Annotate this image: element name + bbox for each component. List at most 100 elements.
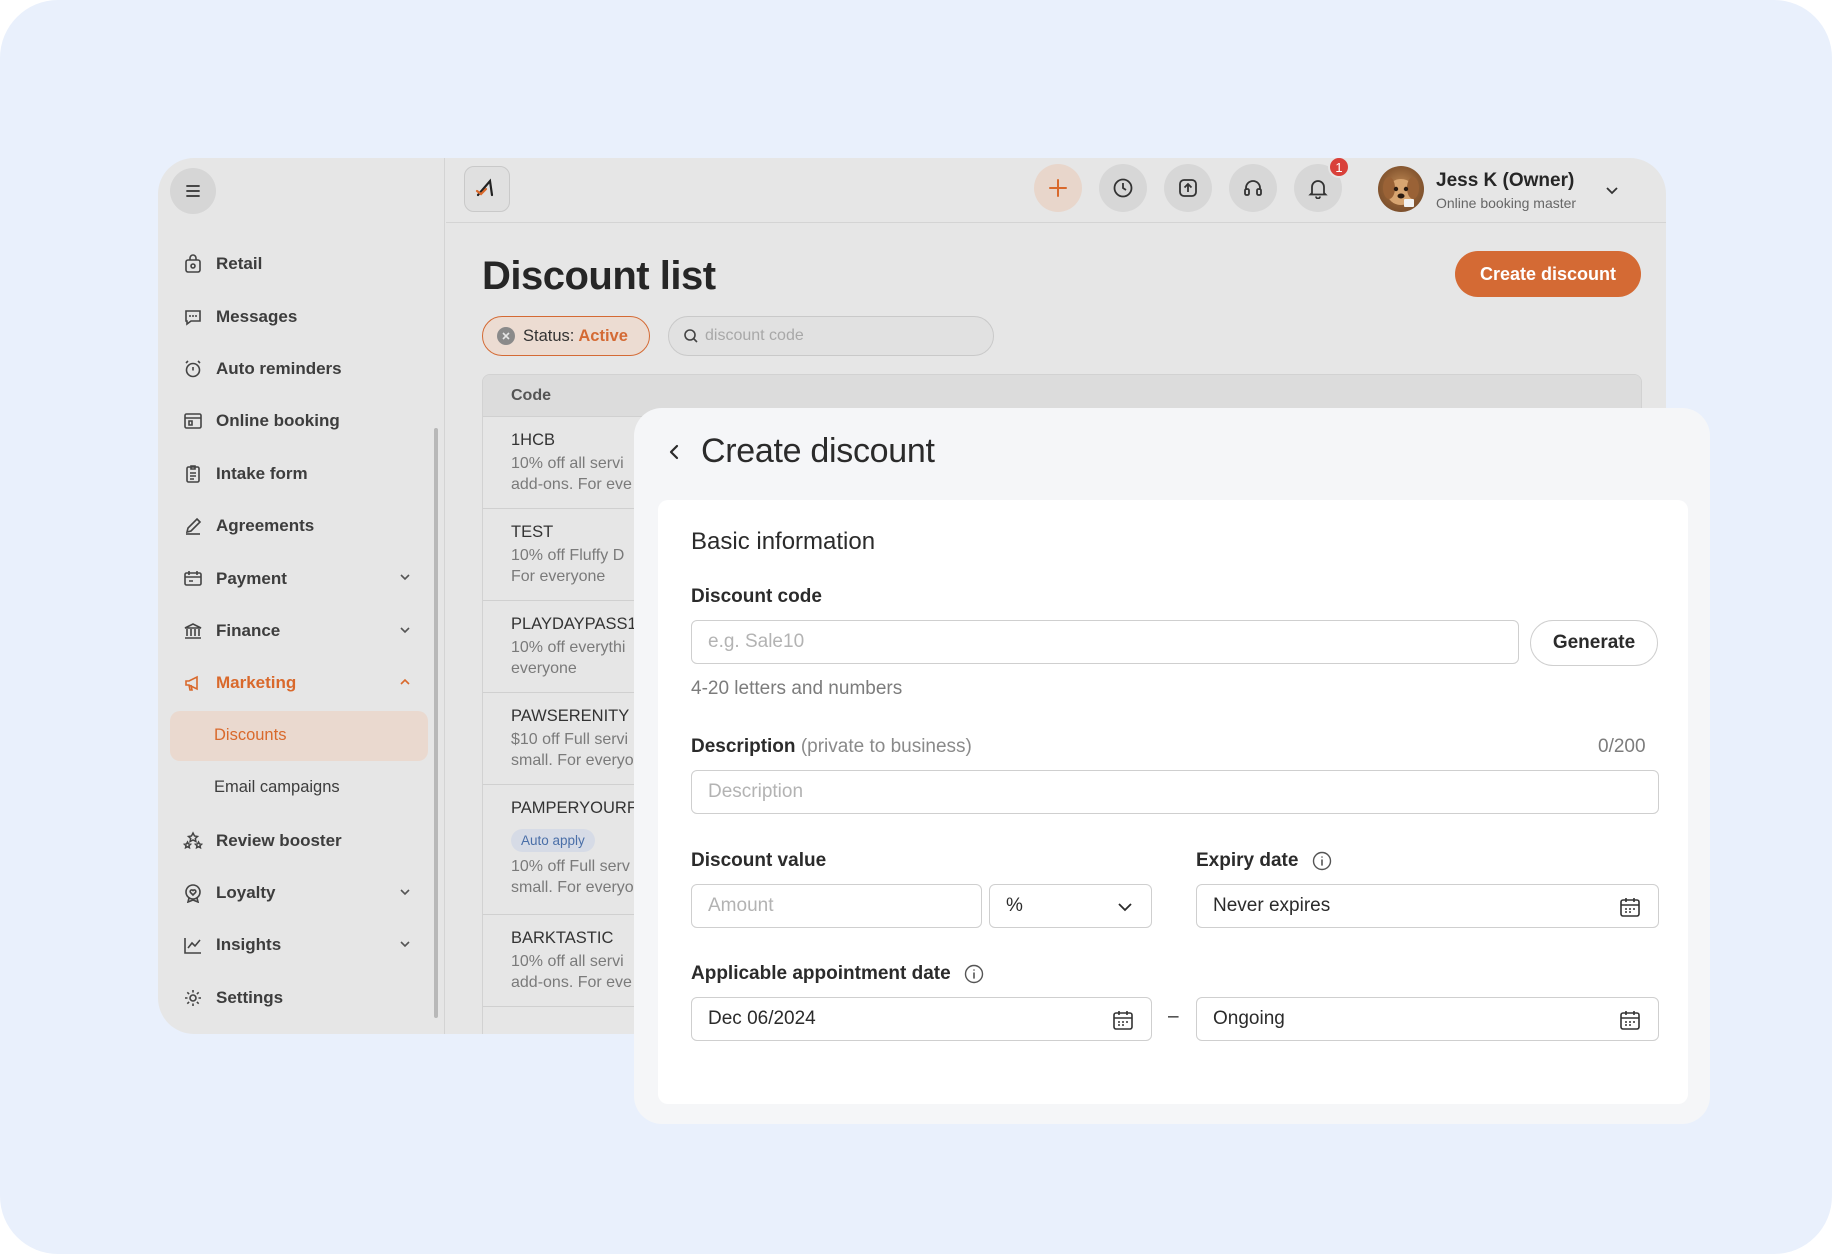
expiry-date-label-text: Expiry date (1196, 850, 1299, 871)
sidebar: Retail Messages Auto reminders Online bo… (158, 158, 445, 1034)
discount-desc: add-ons. For eve (511, 476, 632, 493)
retail-bag-icon (182, 253, 204, 275)
amount-field[interactable]: Amount (691, 884, 982, 928)
discount-unit-value: % (1006, 895, 1023, 916)
info-icon[interactable] (1312, 851, 1332, 871)
description-counter: 0/200 (1598, 736, 1646, 757)
back-chevron-icon[interactable] (664, 442, 684, 462)
chevron-down-icon[interactable] (398, 623, 412, 637)
sidebar-item-review-booster[interactable]: Review booster (170, 815, 428, 867)
status-filter-value: Active (578, 326, 628, 345)
discount-code-placeholder: e.g. Sale10 (708, 631, 805, 652)
info-icon[interactable] (964, 964, 984, 984)
sidebar-subitem-email-campaigns[interactable]: Email campaigns (170, 763, 428, 813)
message-icon (182, 306, 204, 328)
clear-filter-icon[interactable] (497, 327, 515, 345)
chevron-down-icon[interactable] (398, 937, 412, 951)
applicable-date-label-text: Applicable appointment date (691, 963, 951, 984)
sidebar-item-intake-form[interactable]: Intake form (170, 448, 428, 500)
online-booking-icon (182, 410, 204, 432)
sidebar-item-finance[interactable]: Finance (170, 605, 428, 657)
hamburger-menu-button[interactable] (170, 168, 216, 214)
create-discount-button[interactable]: Create discount (1455, 251, 1641, 297)
sidebar-item-label: Intake form (216, 463, 308, 483)
discount-desc: 10% off Full serv (511, 858, 630, 875)
sidebar-item-marketing[interactable]: Marketing (170, 657, 428, 709)
discount-code-label: Discount code (691, 586, 822, 607)
start-date-field[interactable]: Dec 06/2024 (691, 997, 1152, 1041)
heart-badge-icon (182, 882, 204, 904)
discount-desc: 10% off everythi (511, 639, 626, 656)
discount-desc: everyone (511, 660, 577, 677)
user-role: Online booking master (1436, 195, 1577, 211)
auto-apply-badge: Auto apply (511, 829, 595, 852)
discount-unit-select[interactable]: % (989, 884, 1152, 928)
column-header-code[interactable]: Code (511, 387, 551, 405)
calendar-icon[interactable] (1618, 1008, 1642, 1032)
megaphone-icon (182, 672, 204, 694)
chevron-down-icon[interactable] (398, 885, 412, 899)
hamburger-icon (186, 185, 200, 197)
sidebar-item-insights[interactable]: Insights (170, 919, 428, 971)
top-bar: 1 Jess K (Owner) Online booking master (446, 158, 1666, 223)
sidebar-item-label: Review booster (216, 830, 342, 850)
sidebar-item-loyalty[interactable]: Loyalty (170, 867, 428, 919)
search-input[interactable]: discount code (668, 316, 994, 356)
sidebar-item-label: Insights (216, 935, 282, 955)
expiry-date-label: Expiry date (1196, 850, 1332, 872)
sidebar-nav: Retail Messages Auto reminders Online bo… (170, 238, 428, 1024)
sidebar-scrollbar[interactable] (434, 428, 438, 1018)
sidebar-subitem-label: Discounts (214, 726, 287, 745)
expiry-date-value: Never expires (1213, 895, 1331, 916)
quick-add-button[interactable] (1034, 164, 1082, 212)
dog-avatar-icon (1383, 177, 1419, 207)
bell-icon (1308, 180, 1328, 199)
expiry-date-field[interactable]: Never expires (1196, 884, 1659, 928)
sidebar-item-retail[interactable]: Retail (170, 238, 428, 290)
search-icon (684, 329, 698, 343)
sidebar-item-label: Settings (216, 987, 284, 1007)
upload-button[interactable] (1164, 164, 1212, 212)
sidebar-item-label: Online booking (216, 411, 340, 431)
end-date-value: Ongoing (1213, 1008, 1285, 1029)
sidebar-item-settings[interactable]: Settings (170, 972, 428, 1024)
calendar-icon[interactable] (1111, 1008, 1135, 1032)
alarm-clock-icon (182, 358, 204, 380)
chevron-down-icon[interactable] (398, 570, 412, 584)
end-date-field[interactable]: Ongoing (1196, 997, 1659, 1041)
history-button[interactable] (1099, 164, 1147, 212)
gear-icon (182, 987, 204, 1009)
upload-icon (1179, 179, 1197, 197)
notifications-button[interactable]: 1 (1294, 158, 1350, 212)
page-title: Discount list (482, 254, 716, 298)
sidebar-subitem-label: Email campaigns (214, 778, 340, 797)
sidebar-item-label: Payment (216, 568, 287, 588)
chevron-up-icon[interactable] (398, 675, 412, 689)
discount-desc: small. For everyo (511, 879, 634, 896)
amount-placeholder: Amount (708, 895, 774, 916)
sidebar-subitem-discounts[interactable]: Discounts (170, 710, 428, 761)
description-field[interactable]: Description (691, 770, 1659, 814)
sidebar-item-messages[interactable]: Messages (170, 290, 428, 342)
chevron-down-icon[interactable] (1604, 182, 1620, 198)
discount-code-field[interactable]: e.g. Sale10 (691, 620, 1519, 664)
date-range-separator: – (1168, 1006, 1179, 1027)
create-discount-panel: Create discount Basic information Discou… (634, 408, 1710, 1124)
bank-icon (182, 620, 204, 642)
calendar-icon[interactable] (1618, 895, 1642, 919)
sidebar-item-agreements[interactable]: Agreements (170, 500, 428, 552)
sidebar-item-label: Retail (216, 254, 263, 274)
avatar[interactable] (1378, 166, 1424, 212)
payment-icon (182, 568, 204, 590)
status-filter-chip[interactable]: Status: Active (482, 316, 650, 356)
chart-line-icon (182, 934, 204, 956)
support-button[interactable] (1229, 164, 1277, 212)
app-logo[interactable] (464, 166, 510, 212)
user-name[interactable]: Jess K (Owner) (1436, 170, 1574, 192)
sidebar-item-auto-reminders[interactable]: Auto reminders (170, 343, 428, 395)
sidebar-item-label: Auto reminders (216, 358, 342, 378)
generate-button[interactable]: Generate (1530, 620, 1658, 666)
sidebar-item-online-booking[interactable]: Online booking (170, 395, 428, 447)
sidebar-item-payment[interactable]: Payment (170, 552, 428, 604)
clock-icon (1113, 178, 1133, 198)
